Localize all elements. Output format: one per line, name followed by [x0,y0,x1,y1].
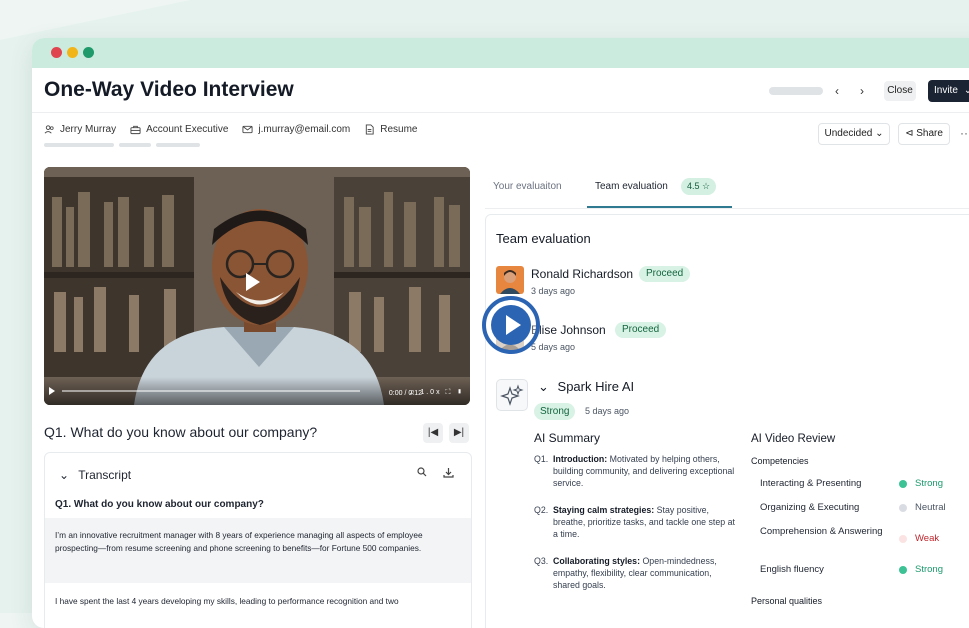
competency-rating: Neutral [915,502,946,513]
status-dropdown[interactable]: Undecided ⌄ [818,123,890,145]
video-player[interactable]: 0:00 / 0:12 ♫ 1.0x ⛶ ▮ [44,167,470,405]
candidate-meta: Jerry Murray Account Executive j.murray@… [44,124,431,135]
competency-name: Organizing & Executing [760,502,860,513]
rating-dot [899,566,907,574]
page-title: One-Way Video Interview [44,78,294,101]
mail-icon [242,125,253,134]
summary-item: Q1. Introduction: Motivated by helping o… [534,454,735,488]
more-options-icon[interactable]: ··· [960,126,969,140]
transcript-paragraph: I have spent the last 4 years developing… [55,596,399,606]
chevron-down-icon: ⌄ [59,468,70,482]
avatar [496,266,524,294]
sparkle-icon [496,379,528,411]
competency-name: English fluency [760,564,824,575]
spark-ai-toggle[interactable]: ⌄ Spark Hire AI [538,379,634,395]
window-minimize-dot[interactable] [67,47,78,58]
next-candidate-button[interactable]: › [853,81,871,101]
evaluator-name: Elise Johnson [531,323,606,337]
summary-item: Q2. Staying calm strategies: Stay positi… [534,505,735,539]
share-icon: ⊲ [905,128,914,139]
chevron-left-icon: ‹ [835,84,839,98]
ai-summary-title: AI Summary [534,431,601,445]
close-button[interactable]: Close [884,81,916,101]
competencies-label: Competencies [751,456,809,466]
question-title: Q1. What do you know about our company? [44,424,318,440]
divider [32,112,969,113]
rating-dot [899,535,907,543]
previous-question-button[interactable]: |◀ [423,423,443,443]
pager-placeholder [769,87,823,95]
candidate-email[interactable]: j.murray@email.com [242,124,350,135]
rating-dot [899,480,907,488]
chevron-down-icon: ⌄ [963,85,969,96]
skeleton-line [119,143,151,147]
window-close-dot[interactable] [51,47,62,58]
previous-candidate-button[interactable]: ‹ [828,81,846,101]
invite-label: Invite [934,85,958,96]
volume-icon[interactable]: ♫ [409,389,416,396]
chevron-down-icon: ⌄ [538,379,549,394]
divider [485,208,969,209]
summary-item: Q3. Collaborating styles: Open-mindednes… [534,556,717,590]
document-icon [366,124,374,135]
evaluator-name: Ronald Richardson [531,267,634,281]
chevron-right-icon: › [860,84,864,98]
tab-team-evaluation[interactable]: Team evaluation [595,181,668,192]
competency-name: Interacting & Presenting [760,478,862,489]
playback-speed[interactable]: 1.0x [420,389,441,396]
candidate-role: Account Executive [130,124,228,135]
competency-rating: Strong [915,478,943,489]
transcript-panel: ⌄ Transcript Q1. What do you know about … [44,452,472,628]
team-score-badge: 4.5 ☆ [681,178,717,195]
chevron-down-icon: ⌄ [875,128,884,139]
invite-button[interactable]: Invite ⌄ [928,80,969,102]
rating-dot [899,504,907,512]
competency-rating: Weak [915,533,940,544]
skeleton-line [156,143,200,147]
video-progress-track[interactable] [62,390,360,392]
window-maximize-dot[interactable] [83,47,94,58]
transcript-toggle[interactable]: ⌄ Transcript [59,468,131,482]
skip-forward-icon: ▶| [453,427,465,438]
fullscreen-icon[interactable]: ⛶ [446,389,453,396]
share-button[interactable]: ⊲ Share [898,123,950,145]
candidate-name: Jerry Murray [44,124,116,135]
video-controls: 0:00 / 0:12 ♫ 1.0x ⛶ ▮ [44,377,470,405]
ai-video-review-title: AI Video Review [751,433,836,445]
window-titlebar [32,38,969,68]
decision-badge: Proceed [639,266,691,282]
search-icon[interactable] [417,467,427,480]
tab-your-evaluation[interactable]: Your evaluaiton [493,181,562,192]
competency-name: Comprehension & Answering [760,526,883,537]
star-icon: ☆ [702,181,711,191]
play-icon[interactable] [49,387,55,395]
ai-rating-badge: Strong [534,403,576,420]
skip-back-icon: |◀ [427,427,439,438]
video-extra-controls[interactable]: ♫ 1.0x ⛶ ▮ [409,389,464,397]
resume-link[interactable]: Resume [364,124,417,135]
captions-icon[interactable]: ▮ [456,389,464,396]
user-icon [44,125,54,134]
download-icon[interactable] [443,467,454,481]
play-icon[interactable] [246,273,260,291]
team-evaluation-title: Team evaluation [496,231,591,246]
skeleton-line [44,143,114,147]
briefcase-icon [130,125,141,135]
decision-badge: Proceed [615,322,667,338]
transcript-question: Q1. What do you know about our company? [55,499,264,510]
transcript-paragraph: I’m an innovative recruitment manager wi… [55,530,423,553]
next-question-button[interactable]: ▶| [449,423,469,443]
ai-evaluation-time: 5 days ago [585,406,630,416]
play-icon[interactable] [481,295,541,355]
personal-qualities-label: Personal qualities [751,596,823,606]
competency-rating: Strong [915,564,943,575]
